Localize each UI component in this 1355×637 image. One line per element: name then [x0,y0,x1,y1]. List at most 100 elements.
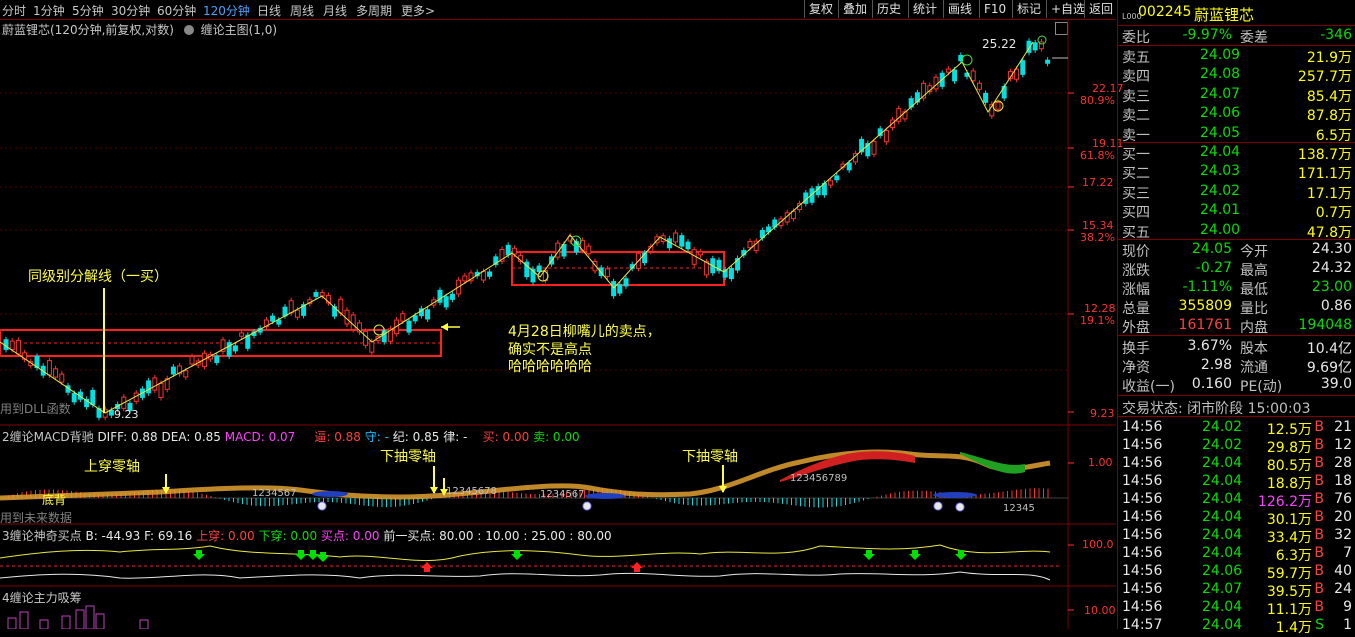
tick-side: B [1314,419,1324,435]
tick-time: 14:56 [1122,527,1163,543]
tick-row: 14:56 24.04 11.1万 B 9 [1118,599,1355,618]
magic-b: B: -44.93 [85,529,141,543]
tick-side: B [1314,599,1324,615]
stat-value: 23.00 [1311,279,1352,295]
stat-label: 量比 [1240,301,1268,317]
bid-volume: 0.7万 [1315,205,1352,222]
magic-panel-title[interactable]: 3缠论神奇买点 [2,529,82,543]
stat-value: 0.86 [1320,298,1352,314]
ask-price: 24.09 [1200,47,1241,63]
tick-price: 24.02 [1202,419,1243,435]
bid-row: 买三 24.02 17.1万 [1118,183,1355,202]
tick-volume: 12.5万 [1266,422,1312,438]
macd-axis-label: 1.00 [1088,456,1113,469]
tick-count: 12 [1334,437,1352,453]
stat-label: 总量 [1122,301,1150,317]
ask-row: 卖三 24.07 85.4万 [1118,86,1355,105]
weibi-label: 委比 [1122,30,1150,46]
tick-price: 24.07 [1202,581,1243,597]
stat-label: 今开 [1240,244,1268,260]
tick-row: 14:56 24.02 29.8万 B 12 [1118,437,1355,456]
sell-point-annotation-3: 哈哈哈哈哈哈 [508,359,592,375]
tick-count: 40 [1334,563,1352,579]
macd-seq-4: 123456789 [790,473,848,484]
tick-price: 24.04 [1202,491,1243,507]
tick-time: 14:56 [1122,581,1163,597]
stat-value: 355809 [1178,298,1232,314]
macd-note-pullback-2: 下抽零轴 [682,449,738,465]
axis-price-6: 9.23 [1090,407,1115,420]
tick-count: 9 [1343,599,1352,615]
trade-status: 交易状态: 闭市阶段 15:00:03 [1118,398,1355,417]
stat-row: 总量 355809 量比 0.86 [1118,298,1355,317]
tick-price: 24.04 [1202,509,1243,525]
bid-row: 买四 24.01 0.7万 [1118,202,1355,222]
stat-label: PE(动) [1240,379,1283,395]
macd-note-cross-up: 上穿零轴 [84,459,140,475]
weicha-value: -346 [1320,27,1352,43]
stat-label: 现价 [1122,244,1150,260]
tick-volume: 30.1万 [1266,512,1312,528]
tick-row: 14:56 24.06 59.7万 B 40 [1118,563,1355,582]
stat-row: 净资 2.98 流通 9.69亿 [1118,357,1355,376]
stat-label: 最低 [1240,282,1268,298]
tick-row: 14:56 24.07 39.5万 B 24 [1118,581,1355,600]
axis-price-3: 17.22 [1082,176,1114,189]
stat-row: 涨幅 -1.11% 最低 23.00 [1118,279,1355,298]
tick-price: 24.04 [1202,473,1243,489]
bid-price: 24.04 [1200,144,1241,160]
stat-value: 194048 [1298,317,1352,333]
macd-extra2: 守: - [364,430,389,444]
stat-label: 净资 [1122,360,1150,376]
macd-note-pullback-1: 下抽零轴 [380,449,436,465]
stat-value: -0.27 [1195,260,1232,276]
magic-panel-header: 3缠论神奇买点 B: -44.93 F: 69.16 上穿: 0.00 下穿: … [2,527,612,544]
bid-price: 24.00 [1200,221,1241,238]
tick-volume: 18.8万 [1266,476,1312,492]
stock-name: 蔚蓝锂芯 [1194,6,1255,24]
stat-row: 涨跌 -0.27 最高 24.32 [1118,260,1355,279]
tick-count: 7 [1343,545,1352,561]
magic-f-line [0,571,1051,581]
chip-bars [7,605,149,629]
ask-level-label: 卖三 [1122,88,1150,105]
chip-axis-label: 10.00 [1084,604,1116,617]
tick-side: B [1314,437,1324,453]
stat-value: 2.98 [1200,357,1232,373]
ask-price: 24.06 [1200,105,1241,122]
magic-buy: 买点: 0.00 [320,529,380,543]
tick-row: 14:56 24.04 33.4万 B 32 [1118,527,1355,546]
magic-buy-arrows [193,550,967,562]
tick-count: 18 [1334,473,1352,489]
tick-row: 14:56 24.04 30.1万 B 20 [1118,509,1355,528]
macd-extra4: 律: - [443,430,468,444]
magic-b-line [0,544,1051,562]
bid-row: 买二 24.03 171.1万 [1118,163,1355,182]
bid-row: 买一 24.04 138.7万 [1118,144,1355,163]
stat-label: 内盘 [1240,320,1268,336]
ask-volume: 87.8万 [1306,108,1352,125]
tick-time: 14:56 [1122,599,1163,615]
macd-seq-3: 1234567 [540,489,585,500]
quote-panel: L000 002245 蔚蓝锂芯 委比 -9.97% 委差 -346 卖五 24.… [1117,0,1355,636]
tick-time: 14:56 [1122,491,1163,507]
bid-level-label: 买三 [1122,185,1150,202]
bid-price: 24.01 [1200,202,1241,219]
macd-green-ribbon [960,452,1025,474]
tick-count: 20 [1334,509,1352,525]
tick-price: 24.06 [1202,563,1243,579]
stat-label: 涨幅 [1122,282,1150,298]
tick-price: 24.04 [1202,617,1243,633]
macd-panel-title[interactable]: 2缠论MACD背驰 [2,430,94,444]
macd-buy: 买: 0.00 [482,430,530,444]
macd-seq-5: 12345 [1003,503,1035,514]
low-price-mark: 9.23 [114,408,139,421]
magic-down: 下穿: 0.00 [258,529,318,543]
bid-level-label: 买一 [1122,147,1150,163]
tick-time: 14:56 [1122,419,1163,435]
macd-value: MACD: 0.07 [224,430,296,444]
tick-side: B [1314,491,1324,507]
stat-row: 现价 24.05 今开 24.30 [1118,241,1355,260]
chip-panel-title[interactable]: 4缠论主力吸筹 [2,589,82,606]
tick-price: 24.04 [1202,545,1243,561]
